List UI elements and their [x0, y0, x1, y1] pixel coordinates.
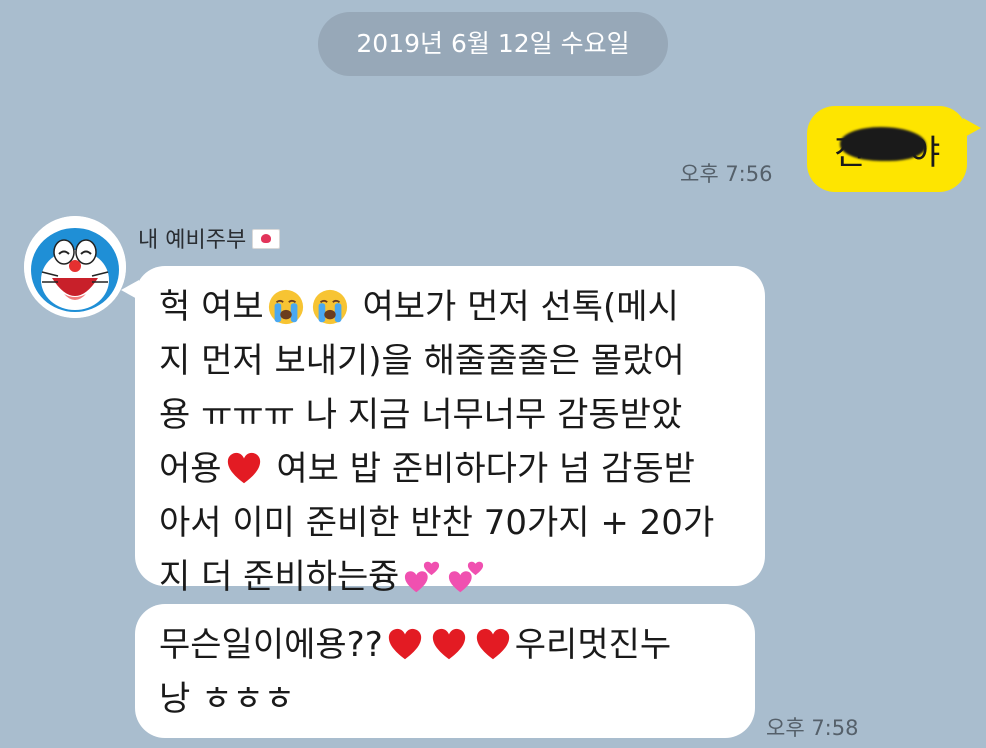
- message-text: 여보가 먼저 선톡(메시: [351, 287, 679, 327]
- message-text: 아서 이미 준비한 반찬 70가지 + 20가: [159, 503, 715, 543]
- incoming-message-2-text: 무슨일이에용?? 우리멋진누낭 ㅎㅎㅎ: [159, 618, 731, 726]
- message-text: 어용: [159, 449, 222, 489]
- message-line: 아서 이미 준비한 반찬 70가지 + 20가: [159, 496, 741, 550]
- message-line: 무슨일이에용?? 우리멋진누: [159, 618, 731, 672]
- red-heart-icon: [225, 450, 263, 488]
- red-heart-icon: [474, 626, 512, 664]
- date-divider: 2019년 6월 12일 수요일: [318, 12, 668, 76]
- two-hearts-icon: [447, 558, 485, 596]
- bubble-tail: [121, 280, 139, 300]
- outgoing-message-text: 진야: [834, 125, 940, 174]
- message-text: 여보 밥 준비하다가 넘 감동받: [265, 449, 695, 489]
- sender-name: 내 예비주부: [138, 228, 247, 253]
- doraemon-avatar-icon[interactable]: [24, 216, 126, 318]
- incoming-timestamp: 오후 7:58: [766, 716, 859, 740]
- outgoing-timestamp: 오후 7:56: [680, 162, 773, 186]
- sender-name-row[interactable]: 내 예비주부: [138, 222, 281, 254]
- incoming-message-bubble-2[interactable]: 무슨일이에용?? 우리멋진누낭 ㅎㅎㅎ: [135, 604, 755, 738]
- heart-envelope-icon: [252, 229, 281, 249]
- message-line: 지 먼저 보내기)을 해줄줄줄은 몰랐어: [159, 334, 741, 388]
- message-line: 어용 여보 밥 준비하다가 넘 감동받: [159, 442, 741, 496]
- bubble-tail: [963, 118, 981, 138]
- message-line: 헉 여보 여보가 먼저 선톡(메시: [159, 280, 741, 334]
- message-line: 낭 ㅎㅎㅎ: [159, 672, 731, 726]
- message-text: 지 먼저 보내기)을 해줄줄줄은 몰랐어: [159, 341, 685, 381]
- two-hearts-icon: [403, 558, 441, 596]
- incoming-message-1-text: 헉 여보 여보가 먼저 선톡(메시지 먼저 보내기)을 해줄줄줄은 몰랐어용 ㅠ…: [159, 280, 741, 604]
- message-text: 낭 ㅎㅎㅎ: [159, 679, 295, 719]
- crying-face-icon: [311, 288, 349, 326]
- message-text: 헉 여보: [159, 287, 264, 327]
- incoming-message-bubble-1[interactable]: 헉 여보 여보가 먼저 선톡(메시지 먼저 보내기)을 해줄줄줄은 몰랐어용 ㅠ…: [121, 266, 765, 597]
- outgoing-message-bubble[interactable]: 진야: [807, 106, 981, 192]
- crying-face-icon: [267, 288, 305, 326]
- message-line: 지 더 준비하는즁: [159, 550, 741, 604]
- message-text: 용 ㅠㅠㅠ 나 지금 너무너무 감동받았: [159, 395, 683, 435]
- redaction-scribble: [839, 126, 926, 161]
- message-text: 지 더 준비하는즁: [159, 557, 400, 597]
- message-text: 우리멋진누: [514, 625, 672, 665]
- red-heart-icon: [430, 626, 468, 664]
- red-heart-icon: [386, 626, 424, 664]
- message-line: 용 ㅠㅠㅠ 나 지금 너무너무 감동받았: [159, 388, 741, 442]
- message-text: 무슨일이에용??: [159, 625, 383, 665]
